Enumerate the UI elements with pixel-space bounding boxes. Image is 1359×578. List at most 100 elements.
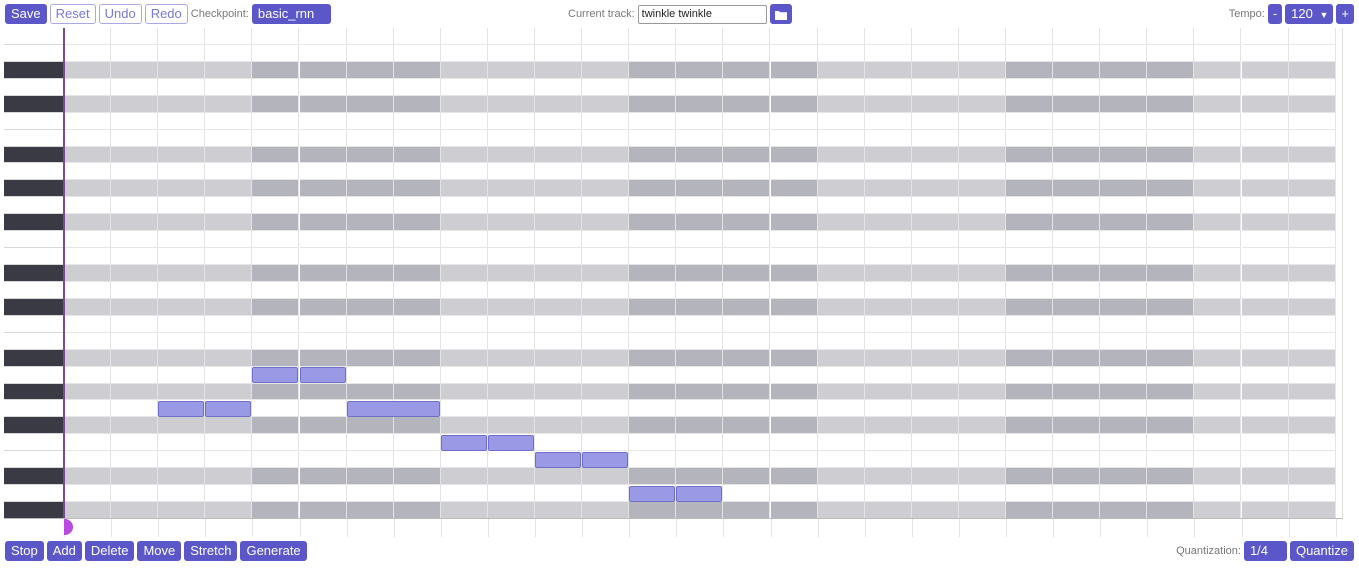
grid-cell[interactable] bbox=[487, 451, 535, 469]
grid-cell[interactable] bbox=[629, 434, 677, 452]
grid-cell[interactable] bbox=[205, 112, 253, 130]
grid-cell[interactable] bbox=[1006, 61, 1054, 79]
grid-cell[interactable] bbox=[864, 78, 912, 96]
grid-cell[interactable] bbox=[817, 366, 865, 384]
grid-cell[interactable] bbox=[676, 298, 724, 316]
grid-cell[interactable] bbox=[1194, 349, 1242, 367]
grid-cell[interactable] bbox=[1194, 383, 1242, 401]
grid-cell[interactable] bbox=[299, 129, 347, 147]
grid-cell[interactable] bbox=[582, 468, 630, 486]
grid-cell[interactable] bbox=[817, 434, 865, 452]
grid-cell[interactable] bbox=[1288, 231, 1336, 249]
grid-cell[interactable] bbox=[1241, 383, 1289, 401]
grid-cell[interactable] bbox=[864, 95, 912, 113]
grid-cell[interactable] bbox=[1288, 129, 1336, 147]
grid-cell[interactable] bbox=[958, 248, 1006, 265]
grid-cell[interactable] bbox=[1241, 485, 1289, 503]
grid-cell[interactable] bbox=[911, 146, 959, 164]
grid-cell[interactable] bbox=[817, 163, 865, 181]
stretch-button[interactable]: Stretch bbox=[184, 541, 238, 561]
grid-cell[interactable] bbox=[1288, 298, 1336, 316]
grid-cell[interactable] bbox=[487, 95, 535, 113]
grid-cell[interactable] bbox=[723, 366, 771, 384]
grid-cell[interactable] bbox=[299, 28, 347, 45]
grid-cell[interactable] bbox=[582, 366, 630, 384]
grid-cell[interactable] bbox=[1100, 298, 1148, 316]
grid-cell[interactable] bbox=[393, 44, 441, 62]
grid-cell[interactable] bbox=[64, 231, 112, 249]
grid-cell[interactable] bbox=[252, 502, 300, 518]
grid-cell[interactable] bbox=[111, 180, 159, 198]
grid-cell[interactable] bbox=[676, 248, 724, 265]
grid-cell[interactable] bbox=[1194, 78, 1242, 96]
grid-cell[interactable] bbox=[629, 265, 677, 282]
grid-cell[interactable] bbox=[1100, 61, 1148, 79]
grid-cell[interactable] bbox=[64, 44, 112, 62]
grid-cell[interactable] bbox=[440, 180, 488, 198]
grid-cell[interactable] bbox=[440, 248, 488, 265]
grid-cell[interactable] bbox=[723, 129, 771, 147]
grid-cell[interactable] bbox=[346, 28, 394, 45]
grid-cell[interactable] bbox=[770, 265, 818, 282]
grid-cell[interactable] bbox=[770, 28, 818, 45]
grid-cell[interactable] bbox=[1288, 248, 1336, 265]
white-key[interactable] bbox=[4, 112, 64, 130]
grid-cell[interactable] bbox=[111, 417, 159, 435]
grid-cell[interactable] bbox=[487, 315, 535, 333]
grid-cell[interactable] bbox=[487, 61, 535, 79]
grid-cell[interactable] bbox=[299, 383, 347, 401]
grid-cell[interactable] bbox=[1053, 349, 1101, 367]
grid-cell[interactable] bbox=[676, 146, 724, 164]
grid-cell[interactable] bbox=[158, 366, 206, 384]
grid-cell[interactable] bbox=[1053, 95, 1101, 113]
grid-cell[interactable] bbox=[817, 400, 865, 418]
grid-cell[interactable] bbox=[252, 248, 300, 265]
grid-cell[interactable] bbox=[629, 332, 677, 350]
grid-cell[interactable] bbox=[582, 112, 630, 130]
grid-cell[interactable] bbox=[393, 298, 441, 316]
tempo-increase-button[interactable]: + bbox=[1336, 4, 1354, 24]
grid-cell[interactable] bbox=[440, 298, 488, 316]
grid-cell[interactable] bbox=[487, 231, 535, 249]
grid-cell[interactable] bbox=[158, 61, 206, 79]
grid-cell[interactable] bbox=[346, 95, 394, 113]
grid-cell[interactable] bbox=[817, 214, 865, 232]
grid-cell[interactable] bbox=[582, 129, 630, 147]
grid-cell[interactable] bbox=[252, 281, 300, 299]
grid-cell[interactable] bbox=[64, 180, 112, 198]
note-block[interactable] bbox=[346, 400, 440, 417]
grid-cell[interactable] bbox=[299, 434, 347, 452]
grid-cell[interactable] bbox=[770, 146, 818, 164]
grid-cell[interactable] bbox=[958, 417, 1006, 435]
grid-cell[interactable] bbox=[723, 434, 771, 452]
grid-cell[interactable] bbox=[1147, 349, 1195, 367]
grid-cell[interactable] bbox=[817, 485, 865, 503]
grid-cell[interactable] bbox=[723, 315, 771, 333]
grid-cell[interactable] bbox=[346, 349, 394, 367]
grid-cell[interactable] bbox=[205, 315, 253, 333]
grid-cell[interactable] bbox=[770, 349, 818, 367]
grid-cell[interactable] bbox=[440, 265, 488, 282]
grid-cell[interactable] bbox=[1288, 28, 1336, 45]
grid-cell[interactable] bbox=[958, 434, 1006, 452]
grid-cell[interactable] bbox=[1194, 417, 1242, 435]
grid-cell[interactable] bbox=[864, 163, 912, 181]
grid-cell[interactable] bbox=[205, 197, 253, 215]
grid-cell[interactable] bbox=[299, 78, 347, 96]
grid-cell[interactable] bbox=[817, 281, 865, 299]
grid-cell[interactable] bbox=[1194, 468, 1242, 486]
grid-cell[interactable] bbox=[158, 231, 206, 249]
grid-cell[interactable] bbox=[299, 298, 347, 316]
grid-cell[interactable] bbox=[1053, 400, 1101, 418]
grid-cell[interactable] bbox=[64, 129, 112, 147]
grid-cell[interactable] bbox=[1241, 78, 1289, 96]
grid-cell[interactable] bbox=[64, 434, 112, 452]
black-key[interactable] bbox=[4, 468, 64, 486]
grid-cell[interactable] bbox=[158, 180, 206, 198]
grid-cell[interactable] bbox=[1147, 44, 1195, 62]
grid-cell[interactable] bbox=[582, 180, 630, 198]
grid-cell[interactable] bbox=[252, 383, 300, 401]
grid-cell[interactable] bbox=[535, 468, 583, 486]
grid-cell[interactable] bbox=[864, 248, 912, 265]
grid-cell[interactable] bbox=[911, 61, 959, 79]
